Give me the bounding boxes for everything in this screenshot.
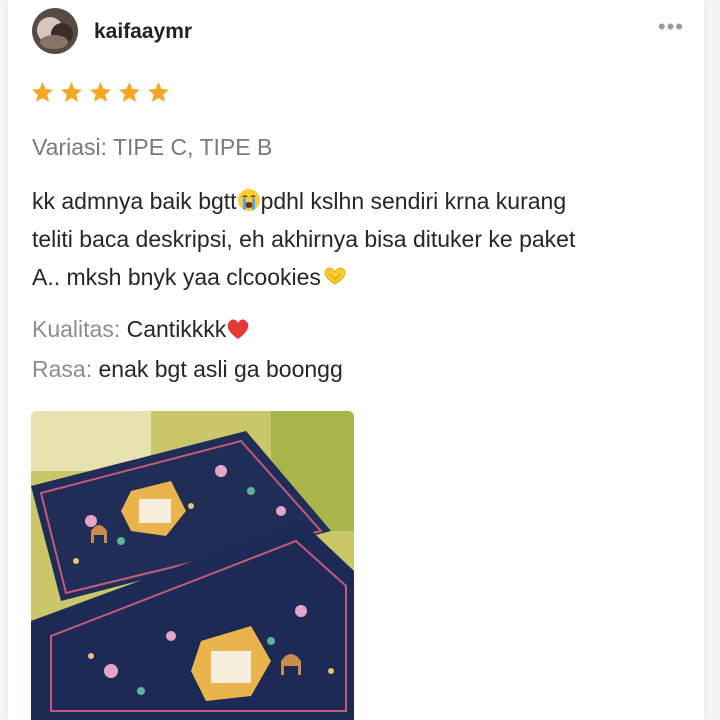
username[interactable]: kaifaaymr [94,20,192,44]
quality-label: Kualitas: [32,316,121,342]
star-icon [61,82,82,102]
more-options-icon[interactable]: ••• [658,14,684,40]
heart-hands-icon [324,267,346,285]
star-icon [148,82,169,102]
taste-row: Rasa: enak bgt asli ga boongg [32,356,343,383]
review-card: kaifaaymr ••• Variasi: TIPE C, TIPE B kk… [8,0,704,720]
review-line-1: kk admnya baik bgtt pdhl kslhn sendiri k… [32,182,682,220]
quality-value: Cantikkkk [126,316,227,342]
red-heart-icon [228,319,249,339]
star-rating [30,80,171,105]
crying-face-icon [237,189,260,211]
taste-value: enak bgt asli ga boongg [98,356,343,382]
star-icon [119,82,140,102]
review-photo[interactable] [31,411,354,720]
review-line-1b: pdhl kslhn sendiri krna kurang [260,188,567,214]
avatar[interactable] [32,8,78,54]
review-line-3: A.. mksh bnyk yaa clcookies [32,258,682,296]
review-line-3-text: A.. mksh bnyk yaa clcookies [32,264,321,290]
star-icon [32,82,53,102]
star-icon [90,82,111,102]
taste-label: Rasa: [32,356,93,382]
quality-row: Kualitas: Cantikkkk [32,316,250,343]
variation-text: Variasi: TIPE C, TIPE B [32,134,273,160]
review-text: kk admnya baik bgtt pdhl kslhn sendiri k… [32,182,682,296]
review-line-1a: kk admnya baik bgtt [32,188,237,214]
review-line-2: teliti baca deskripsi, eh akhirnya bisa … [32,226,576,252]
